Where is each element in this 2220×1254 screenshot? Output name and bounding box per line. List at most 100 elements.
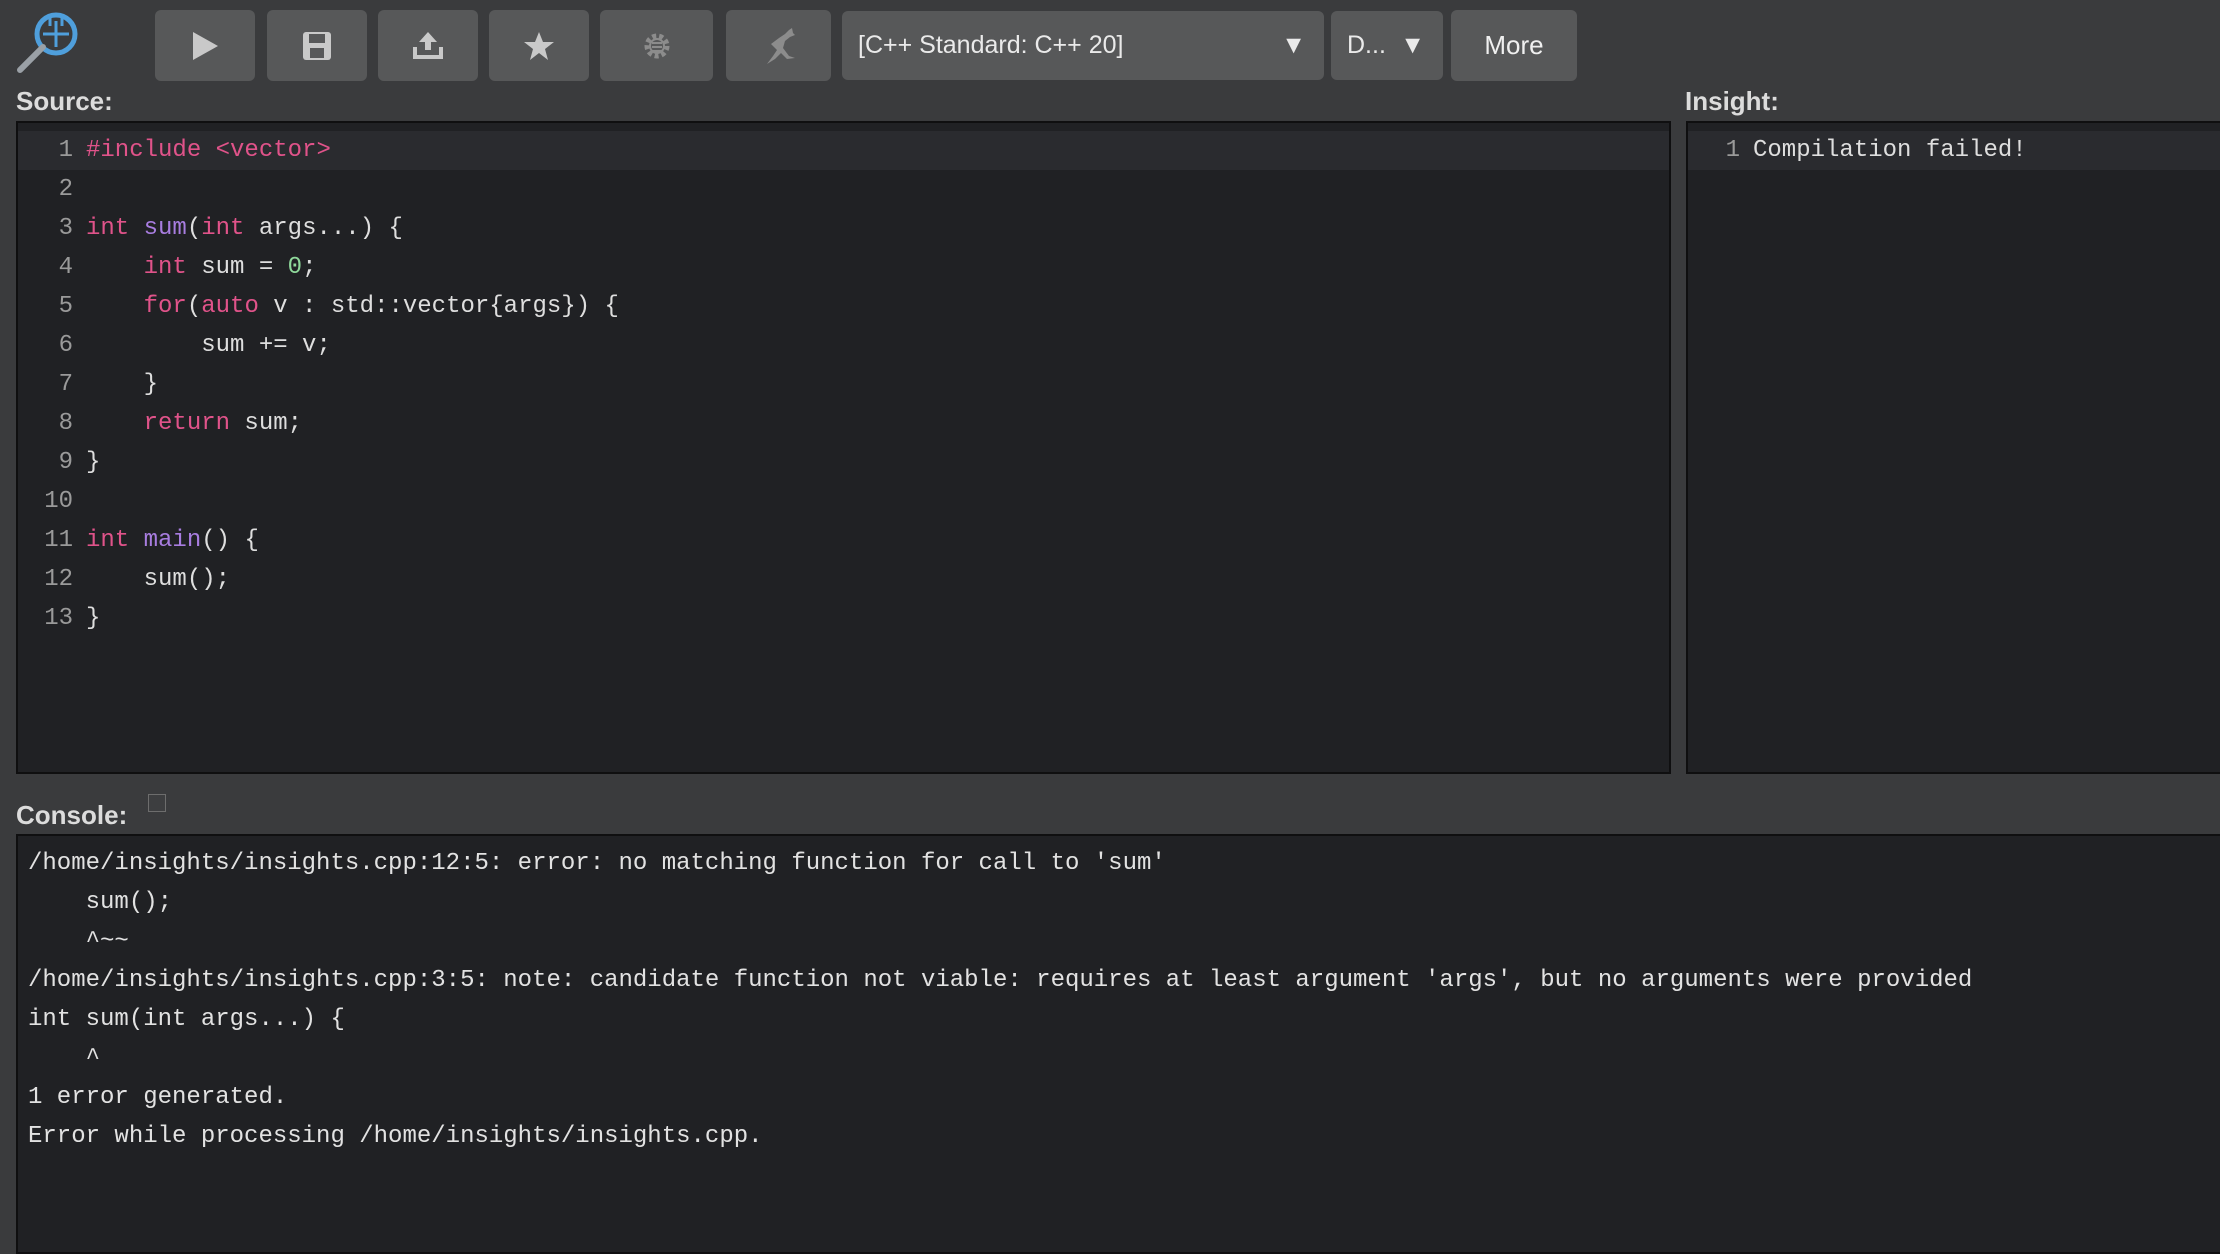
line-number: 4: [58, 254, 73, 281]
source-line[interactable]: 6 sum += v;: [18, 326, 1669, 365]
code-token: (: [186, 215, 202, 242]
toolbar: [C++ Standard: C++ 20] ▼ D... ▼ More: [0, 0, 2220, 90]
code-token: args...) {: [244, 215, 403, 242]
upload-icon: [413, 31, 443, 59]
code-token: 0: [287, 254, 303, 281]
source-line[interactable]: 4 int sum = 0;: [18, 248, 1669, 287]
line-text: }: [86, 443, 100, 482]
source-line[interactable]: 8 return sum;: [18, 404, 1669, 443]
console-line: /home/insights/insights.cpp:12:5: error:…: [28, 850, 1166, 877]
line-text: }: [86, 599, 100, 638]
source-line[interactable]: 10: [18, 482, 1669, 521]
line-number: 2: [58, 176, 73, 203]
settings-button[interactable]: [600, 10, 713, 81]
cpp-standard-value: [C++ Standard: C++ 20]: [858, 31, 1124, 59]
console-line: ^: [28, 1045, 101, 1072]
console-line: Error while processing /home/insights/in…: [28, 1123, 763, 1150]
code-token: v : std::vector{args}) {: [258, 293, 619, 320]
code-token: int: [86, 215, 130, 242]
secondary-select-value: D...: [1347, 31, 1386, 59]
source-line[interactable]: 9}: [18, 443, 1669, 482]
code-token: }: [86, 605, 101, 632]
source-line[interactable]: 3 int sum(int args...) {: [18, 209, 1669, 248]
line-text: int sum = 0;: [86, 248, 317, 287]
code-token: ;: [302, 254, 317, 281]
code-token: #include <vector>: [86, 137, 331, 164]
chevron-down-icon: ▼: [1281, 31, 1306, 59]
source-line[interactable]: 5 for(auto v : std::vector{args}) {: [18, 287, 1669, 326]
code-token: int: [201, 215, 245, 242]
source-editor[interactable]: 1 #include <vector> 2 3 int sum(int args...)…: [16, 121, 1671, 774]
console-line: ^~~: [28, 928, 129, 955]
kangaroo-icon: [766, 27, 795, 64]
console-label: Console:: [16, 800, 128, 830]
line-text: int sum(int args...) {: [86, 209, 403, 248]
star-icon: [524, 31, 554, 60]
chevron-down-icon: ▼: [1400, 31, 1425, 59]
code-token: sum();: [86, 566, 231, 593]
line-text: int main() {: [86, 521, 259, 560]
code-token: (: [186, 293, 202, 320]
source-line[interactable]: 7 }: [18, 365, 1669, 404]
code-token: sum =: [186, 254, 288, 281]
code-token: sum += v;: [86, 332, 331, 359]
line-number: 11: [44, 527, 73, 554]
gear-icon: [644, 33, 669, 58]
code-token: auto: [201, 293, 259, 320]
code-token: () {: [201, 527, 259, 554]
save-button[interactable]: [267, 10, 367, 81]
source-line[interactable]: 2: [18, 170, 1669, 209]
save-icon: [303, 31, 331, 60]
line-text: sum();: [86, 560, 230, 599]
line-text: #include <vector>: [86, 131, 331, 170]
line-number: 6: [58, 332, 73, 359]
code-token: sum;: [230, 410, 303, 437]
line-text: return sum;: [86, 404, 302, 443]
run-button[interactable]: [155, 10, 255, 81]
console-toggle-checkbox[interactable]: [148, 794, 166, 812]
line-number: 12: [44, 566, 73, 593]
play-icon: [193, 31, 218, 60]
more-button[interactable]: More: [1451, 10, 1577, 81]
line-text: sum += v;: [86, 326, 331, 365]
code-token: main: [143, 527, 202, 554]
upload-button[interactable]: [378, 10, 478, 81]
cpp-standard-select[interactable]: [C++ Standard: C++ 20] ▼: [842, 11, 1324, 80]
line-text: for(auto v : std::vector{args}) {: [86, 287, 619, 326]
favorite-button[interactable]: [489, 10, 589, 81]
insight-output[interactable]: 1 Compilation failed!: [1686, 121, 2220, 774]
line-number: 3: [58, 215, 73, 242]
insight-label: Insight:: [1685, 86, 1779, 116]
line-number: 13: [44, 605, 73, 632]
code-token: return: [143, 410, 231, 437]
line-number: 8: [58, 410, 73, 437]
secondary-select[interactable]: D... ▼: [1331, 11, 1443, 80]
source-label: Source:: [16, 86, 113, 116]
line-number: 7: [58, 371, 73, 398]
console-line: sum();: [28, 889, 173, 916]
line-number: 1: [1725, 137, 1740, 164]
console-line: /home/insights/insights.cpp:3:5: note: c…: [28, 967, 1973, 994]
line-number: 5: [58, 293, 73, 320]
console-line: int sum(int args...) {: [28, 1006, 345, 1033]
line-number: 1: [58, 137, 73, 164]
source-line[interactable]: 13}: [18, 599, 1669, 638]
source-line[interactable]: 12 sum();: [18, 560, 1669, 599]
line-number: 10: [44, 488, 73, 515]
kangaroo-button[interactable]: [726, 10, 831, 81]
cpp-insights-logo-icon[interactable]: [14, 6, 86, 74]
source-line[interactable]: 11 int main() {: [18, 521, 1669, 560]
line-text: }: [86, 365, 158, 404]
code-token: int: [143, 254, 187, 281]
source-line[interactable]: 1 #include <vector>: [18, 131, 1669, 170]
console-output[interactable]: /home/insights/insights.cpp:12:5: error:…: [16, 834, 2220, 1254]
insight-line[interactable]: 1 Compilation failed!: [1688, 131, 2220, 170]
code-token: sum: [143, 215, 187, 242]
code-token: }: [86, 371, 159, 398]
line-text: Compilation failed!: [1753, 137, 2027, 164]
